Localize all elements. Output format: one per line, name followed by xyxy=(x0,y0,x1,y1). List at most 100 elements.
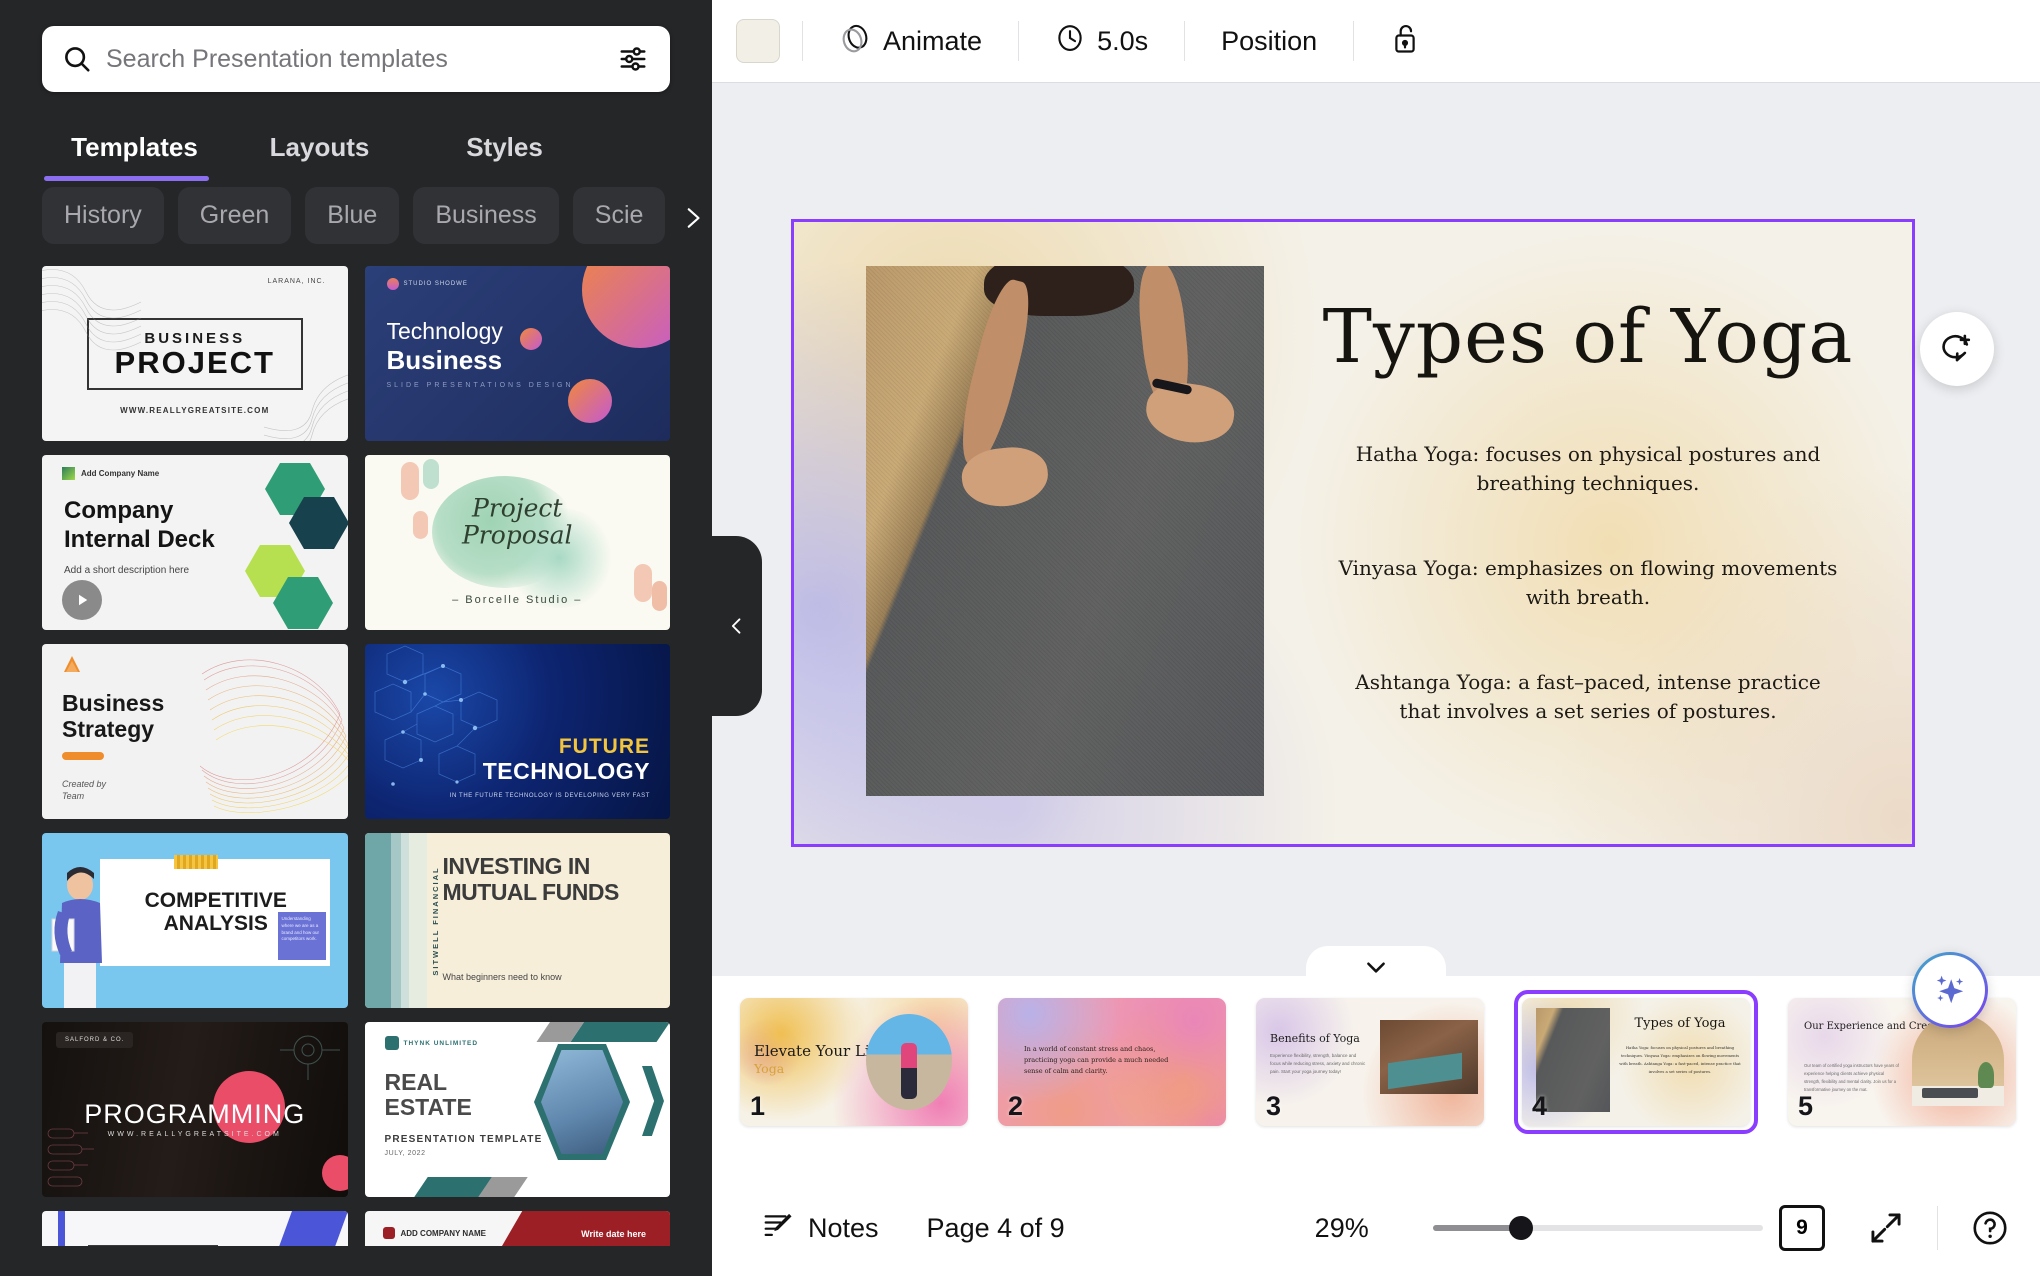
search-icon xyxy=(62,44,92,74)
tab-templates[interactable]: Templates xyxy=(42,122,227,181)
slide-thumbnail-2[interactable]: In a world of constant stress and chaos,… xyxy=(998,998,1226,1126)
slides-panel-body: Elevate Your Life with Yoga 1 In a world… xyxy=(712,976,2040,1276)
zoom-slider-knob[interactable] xyxy=(1508,1216,1533,1240)
tab-layouts[interactable]: Layouts xyxy=(227,122,412,181)
slide-body[interactable]: Hatha Yoga: focuses on physical postures… xyxy=(1294,440,1882,726)
animate-label: Animate xyxy=(883,25,983,56)
thumb-body: In a world of constant stress and chaos,… xyxy=(1024,1045,1169,1076)
magic-assistant-button[interactable] xyxy=(1912,952,1988,1028)
template-title: PROGRAMMING xyxy=(84,1099,306,1129)
slide-canvas-area[interactable]: Types of Yoga Hatha Yoga: focuses on phy… xyxy=(712,82,2040,1025)
search-section xyxy=(0,0,712,92)
add-comment-button[interactable] xyxy=(1920,312,1994,386)
slide-title[interactable]: Types of Yoga xyxy=(1294,294,1882,380)
chip-history[interactable]: History xyxy=(42,187,164,244)
color-swatch-button[interactable] xyxy=(736,19,780,63)
position-button[interactable]: Position xyxy=(1207,20,1331,63)
accent-bar xyxy=(62,751,104,760)
template-title-line1: FUTURE xyxy=(558,735,650,758)
search-input[interactable] xyxy=(106,44,618,74)
lock-open-icon xyxy=(1390,22,1420,61)
chip-business[interactable]: Business xyxy=(413,187,559,244)
help-button[interactable] xyxy=(1972,1210,2008,1246)
template-logo-text: Add Company Name xyxy=(81,469,160,478)
template-card-project-proposal[interactable]: Project Proposal – Borcelle Studio – xyxy=(364,455,670,630)
thumb-image xyxy=(1380,1020,1478,1094)
slide-thumbnail-5[interactable]: Our Experience and Credentials Our team … xyxy=(1788,998,2016,1126)
thumb-title: Benefits of Yoga xyxy=(1270,1032,1360,1045)
template-date: Write date here xyxy=(581,1229,646,1239)
template-card-competitive-analysis[interactable]: COMPETITIVE ANALYSIS Understanding where… xyxy=(42,833,348,1008)
slide-paragraph-3: Ashtanga Yoga: a fast–paced, intense pra… xyxy=(1355,670,1821,723)
thumb-image xyxy=(1536,1008,1610,1112)
thumb-body: Our team of certified yoga instructors h… xyxy=(1804,1063,1899,1092)
template-title-line1: COMPETITIVE xyxy=(144,889,287,912)
template-card-company-internal-deck[interactable]: Add Company Name Company Internal Deck A… xyxy=(42,455,348,630)
toolbar-divider xyxy=(1353,21,1355,61)
template-url: WWW.REALLYGREATSITE.COM xyxy=(120,406,270,415)
template-card-business-strategy[interactable]: Business Strategy Created by Team xyxy=(42,644,348,819)
notes-button[interactable]: Notes xyxy=(762,1209,879,1248)
template-card-real-estate[interactable]: THYNK UNLIMITED REAL ESTATE PRESENTATION… xyxy=(364,1022,670,1197)
thumb-mat xyxy=(1388,1052,1462,1090)
line-decoration xyxy=(88,1245,218,1246)
pages-count-button[interactable]: 9 xyxy=(1779,1201,1829,1251)
template-date: JULY, 2022 xyxy=(384,1150,426,1157)
template-logo: LARANA, INC. xyxy=(267,278,326,285)
thumb-image xyxy=(866,1014,952,1110)
template-title-line2: Proposal xyxy=(461,520,573,550)
duration-button[interactable]: 5.0s xyxy=(1041,17,1162,66)
template-card-technology-business[interactable]: STUDIO SHODWE Technology Business SLIDE … xyxy=(364,266,670,441)
thumb-number: 3 xyxy=(1266,1091,1282,1121)
template-title-line2: ANALYSIS xyxy=(163,912,268,936)
toolbar-divider xyxy=(802,21,803,61)
template-logo: SALFORD & CO. xyxy=(56,1032,134,1048)
filter-sliders-icon[interactable] xyxy=(618,44,648,74)
toolbar-divider xyxy=(1018,21,1020,61)
sidebar-tabs: Templates Layouts Styles xyxy=(0,92,712,181)
template-title-line1: Project xyxy=(472,493,563,522)
template-card-red-company[interactable]: ADD COMPANY NAME Write date here xyxy=(364,1211,670,1246)
fullscreen-button[interactable] xyxy=(1869,1211,1903,1245)
thumb-mat xyxy=(1922,1088,1978,1098)
sidebar-collapse-handle[interactable] xyxy=(712,536,762,716)
template-grid: BUSINESS PROJECT WWW.REALLYGREATSITE.COM… xyxy=(0,266,712,1246)
chevron-left-icon xyxy=(731,618,741,634)
template-subtitle: IN THE FUTURE TECHNOLOGY IS DEVELOPING V… xyxy=(449,793,650,799)
template-logo: ADD COMPANY NAME xyxy=(382,1227,486,1239)
template-logo-text: STUDIO SHODWE xyxy=(403,281,468,287)
animate-button[interactable]: Animate xyxy=(825,16,996,67)
thumb-number: 4 xyxy=(1532,1091,1548,1121)
question-circle-icon xyxy=(1973,1211,2007,1245)
thumb-body: Hatha Yoga: focuses on physical postures… xyxy=(1619,1045,1741,1074)
template-card-investing-mutual-funds[interactable]: SITWELL FINANCIAL INVESTING IN MUTUAL FU… xyxy=(364,833,670,1008)
chip-science[interactable]: Scie xyxy=(572,187,666,244)
thumb-plant xyxy=(1978,1062,1994,1088)
person-illustration xyxy=(51,867,102,1008)
zoom-slider[interactable] xyxy=(1432,1216,1763,1240)
template-subtitle: Created by Team xyxy=(62,778,106,803)
thumb-number: 1 xyxy=(750,1091,766,1121)
chevron-right-icon[interactable] xyxy=(672,195,712,241)
slide-paragraph-2: Vinyasa Yoga: emphasizes on flowing move… xyxy=(1338,556,1838,609)
slide-thumbnail-3[interactable]: Benefits of Yoga Experience flexibility,… xyxy=(1256,998,1484,1126)
slash-decoration xyxy=(227,1211,348,1246)
slide-thumbnail-1[interactable]: Elevate Your Life with Yoga 1 xyxy=(740,998,968,1126)
template-card-rimberio[interactable]: RIMBERIO.CO xyxy=(42,1211,348,1246)
slide-thumbnail-4[interactable]: Types of Yoga Hatha Yoga: focuses on phy… xyxy=(1522,998,1750,1126)
template-card-future-technology[interactable]: FUTURE TECHNOLOGY IN THE FUTURE TECHNOLO… xyxy=(364,644,670,819)
canva-editor-app: Templates Layouts Styles History Green B… xyxy=(0,0,2040,1276)
template-card-business-project[interactable]: BUSINESS PROJECT WWW.REALLYGREATSITE.COM… xyxy=(42,266,348,441)
chip-blue[interactable]: Blue xyxy=(305,187,400,244)
slide-canvas[interactable]: Types of Yoga Hatha Yoga: focuses on phy… xyxy=(791,219,1915,847)
template-card-programming[interactable]: SALFORD & CO. PROGRAMMING WWW.REALLYGREA… xyxy=(42,1022,348,1197)
chip-green[interactable]: Green xyxy=(177,187,292,244)
yoga-hands-on-mat-photo[interactable] xyxy=(866,266,1264,796)
clock-icon xyxy=(1055,23,1085,60)
expand-arrows-icon xyxy=(1871,1213,1901,1243)
slide-thumbnail-4-selected[interactable]: Types of Yoga Hatha Yoga: focuses on phy… xyxy=(1514,990,1758,1134)
search-box[interactable] xyxy=(42,26,670,92)
tab-styles[interactable]: Styles xyxy=(412,122,597,181)
lock-button[interactable] xyxy=(1376,16,1434,67)
template-subtitle: What beginners need to know xyxy=(442,972,562,982)
